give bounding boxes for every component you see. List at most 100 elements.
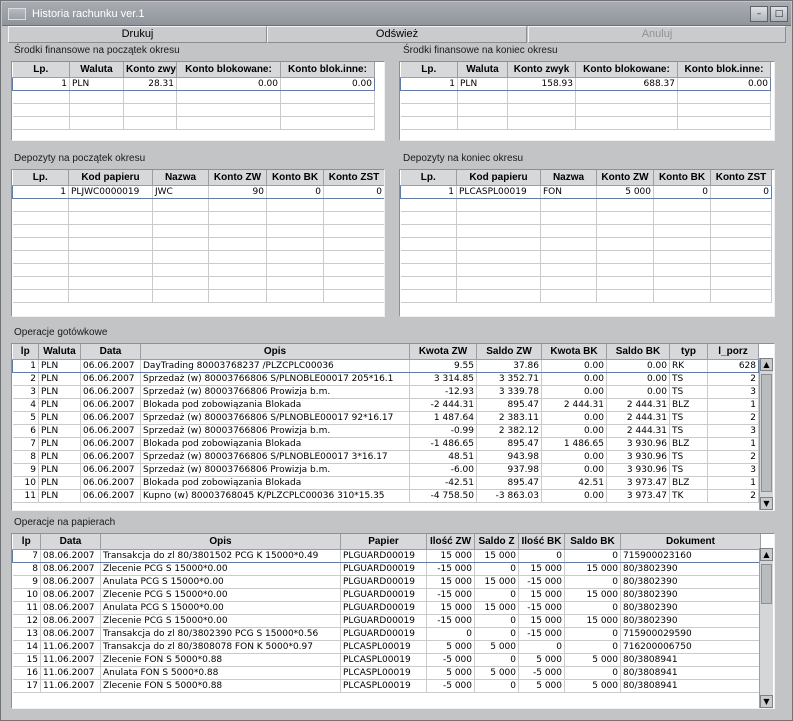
table-row[interactable]: 15 11.06.2007 Zlecenie FON S 5000*0.88 PLCA… (12, 653, 761, 667)
column-header[interactable]: Papier (340, 534, 427, 550)
table-row[interactable]: 3 PLN 06.06.2007 Sprzedaż (w) 80003766806 P… (12, 385, 759, 399)
table-row[interactable]: 10 PLN 06.06.2007 Blokada pod zobowiązania … (12, 476, 759, 490)
paper-ops-grid[interactable]: lp Data Opis Papier Ilość ZW Saldo Z Ilość BK S… (12, 534, 761, 693)
table-row[interactable]: 1 PLN 158.93 688.37 0.00 (400, 76, 771, 91)
table-cell: 11.06.2007 (40, 679, 101, 693)
table-row[interactable]: 2 PLN 06.06.2007 Sprzedaż (w) 80003766806 S… (12, 372, 759, 386)
table-row[interactable]: 10 08.06.2007 Zlecenie PCG S 15000*0.00 PLG… (12, 588, 761, 602)
table-row[interactable]: 4 PLN 06.06.2007 Blokada pod zobowiązania B… (12, 398, 759, 412)
column-header[interactable]: Opis (100, 534, 341, 550)
column-header[interactable]: typ (669, 344, 708, 360)
scroll-down-icon[interactable]: ▼ (760, 497, 773, 510)
table-row[interactable]: 11 PLN 06.06.2007 Kupno (w) 80003768045 K/P… (12, 489, 759, 503)
column-header[interactable]: Konto ZW (208, 170, 267, 186)
print-button[interactable]: Drukuj (8, 26, 267, 43)
column-header[interactable]: lp (12, 534, 41, 550)
table-row[interactable]: 9 08.06.2007 Anulata PCG S 15000*0.00 PLGUA… (12, 575, 761, 589)
table-cell: 0 (518, 548, 565, 563)
column-header[interactable]: Kwota BK (541, 344, 607, 360)
column-header[interactable]: Konto ZST (710, 170, 772, 186)
table-row[interactable]: 12 08.06.2007 Zlecenie PCG S 15000*0.00 PLG… (12, 614, 761, 628)
column-header[interactable]: Lp. (12, 62, 70, 78)
funds-end-table[interactable]: Lp. Waluta Konto zwyk Konto blokowane: Konto… (399, 61, 775, 141)
column-header[interactable]: Kod papieru (68, 170, 153, 186)
deposits-start-grid[interactable]: Lp. Kod papieru Nazwa Konto ZW Konto BK Konto… (12, 170, 384, 303)
column-header[interactable]: Waluta (457, 62, 508, 78)
table-row[interactable]: 13 08.06.2007 Transakcja do zl 80/3802390 … (12, 627, 761, 641)
column-header[interactable]: Waluta (38, 344, 81, 360)
table-row[interactable]: 7 08.06.2007 Transakcja do zl 80/3801502 P… (12, 548, 761, 563)
column-header[interactable]: Waluta (69, 62, 124, 78)
column-header[interactable]: Lp. (400, 170, 457, 186)
table-cell (540, 289, 597, 303)
paper-ops-table[interactable]: lp Data Opis Papier Ilość ZW Saldo Z Ilość BK S… (11, 533, 775, 709)
column-header[interactable]: Ilość ZW (426, 534, 475, 550)
table-row[interactable]: 14 11.06.2007 Transakcja do zl 80/3808078 … (12, 640, 761, 654)
table-row[interactable]: 1 PLCASPL00019 FON 5 000 0 0 (400, 184, 772, 199)
column-header[interactable]: Opis (140, 344, 410, 360)
column-header[interactable]: Dokument (620, 534, 761, 550)
deposits-end-grid[interactable]: Lp. Kod papieru Nazwa Konto ZW Konto BK Konto… (400, 170, 772, 303)
table-row[interactable]: 1 PLN 06.06.2007 DayTrading 80003768237 /PL… (12, 358, 759, 373)
deposits-end-table[interactable]: Lp. Kod papieru Nazwa Konto ZW Konto BK Konto… (399, 169, 775, 317)
table-row[interactable]: 1 PLN 28.31 0.00 0.00 (12, 76, 375, 91)
column-header[interactable]: Konto BK (653, 170, 711, 186)
table-row[interactable]: 9 PLN 06.06.2007 Sprzedaż (w) 80003766806 P… (12, 463, 759, 477)
column-header[interactable]: Konto zwyk (507, 62, 576, 78)
title-bar[interactable]: Historia rachunku ver.1 – □ (2, 2, 791, 26)
table-row[interactable]: 5 PLN 06.06.2007 Sprzedaż (w) 80003766806 S… (12, 411, 759, 425)
scroll-thumb[interactable] (761, 374, 772, 492)
table-row[interactable]: 8 08.06.2007 Zlecenie PCG S 15000*0.00 PLGU… (12, 562, 761, 576)
cancel-button[interactable]: Anuluj (528, 26, 786, 43)
table-cell: 895.47 (476, 437, 542, 451)
maximize-button[interactable]: □ (770, 6, 788, 22)
column-header[interactable]: Konto blokowane: (575, 62, 678, 78)
scroll-up-icon[interactable]: ▲ (760, 358, 773, 371)
column-header[interactable]: Konto ZST (323, 170, 384, 186)
minimize-button[interactable]: – (750, 6, 768, 22)
column-header[interactable]: Konto blok.inne: (280, 62, 375, 78)
cash-ops-scrollbar[interactable]: ▲ ▼ (759, 358, 773, 510)
deposits-start-table[interactable]: Lp. Kod papieru Nazwa Konto ZW Konto BK Konto… (11, 169, 385, 317)
column-header[interactable]: Data (40, 534, 101, 550)
table-row[interactable]: 1 PLJWC0000019 JWC 90 0 0 (12, 184, 384, 199)
cash-ops-grid[interactable]: lp Waluta Data Opis Kwota ZW Saldo ZW Kwota BK… (12, 344, 759, 503)
cash-ops-table[interactable]: lp Waluta Data Opis Kwota ZW Saldo ZW Kwota BK… (11, 343, 775, 511)
table-row[interactable]: 17 11.06.2007 Zlecenie FON S 5000*0.88 PLCA… (12, 679, 761, 693)
column-header[interactable]: l_porz (707, 344, 759, 360)
column-header[interactable]: Saldo ZW (476, 344, 542, 360)
funds-start-table[interactable]: Lp. Waluta Konto zwy Konto blokowane: Konto … (11, 61, 385, 141)
table-cell: 0.00 (541, 411, 607, 425)
table-row[interactable]: 6 PLN 06.06.2007 Sprzedaż (w) 80003766806 P… (12, 424, 759, 438)
table-row[interactable]: 8 PLN 06.06.2007 Sprzedaż (w) 80003766806 S… (12, 450, 759, 464)
refresh-button[interactable]: Odśwież (267, 26, 527, 43)
column-header[interactable]: Saldo BK (564, 534, 621, 550)
column-header[interactable]: Lp. (400, 62, 458, 78)
column-header[interactable]: Konto blokowane: (176, 62, 281, 78)
paper-ops-scrollbar[interactable]: ▲ ▼ (759, 548, 773, 708)
table-cell (575, 116, 678, 130)
table-row[interactable]: 11 08.06.2007 Anulata PCG S 15000*0.00 PLGU… (12, 601, 761, 615)
column-header[interactable]: Saldo BK (606, 344, 670, 360)
table-row[interactable]: 16 11.06.2007 Anulata FON S 5000*0.88 PLCAS… (12, 666, 761, 680)
column-header[interactable]: Data (80, 344, 141, 360)
scroll-thumb[interactable] (761, 564, 772, 604)
column-header[interactable]: Nazwa (540, 170, 597, 186)
column-header[interactable]: Konto blok.inne: (677, 62, 771, 78)
column-header[interactable]: Lp. (12, 170, 69, 186)
column-header[interactable]: lp (12, 344, 39, 360)
column-header[interactable]: Konto zwy (123, 62, 177, 78)
column-header[interactable]: Konto ZW (596, 170, 654, 186)
column-header[interactable]: Saldo Z (474, 534, 519, 550)
column-header[interactable]: Kwota ZW (409, 344, 477, 360)
funds-end-grid[interactable]: Lp. Waluta Konto zwyk Konto blokowane: Konto… (400, 62, 771, 130)
funds-start-grid[interactable]: Lp. Waluta Konto zwy Konto blokowane: Konto … (12, 62, 375, 130)
column-header[interactable]: Konto BK (266, 170, 324, 186)
column-header[interactable]: Ilość BK (518, 534, 565, 550)
scroll-up-icon[interactable]: ▲ (760, 548, 773, 561)
table-row[interactable]: 7 PLN 06.06.2007 Blokada pod zobowiązania B… (12, 437, 759, 451)
scroll-down-icon[interactable]: ▼ (760, 695, 773, 708)
column-header[interactable]: Nazwa (152, 170, 209, 186)
column-header[interactable]: Kod papieru (456, 170, 541, 186)
window-menu-icon[interactable] (8, 8, 26, 20)
